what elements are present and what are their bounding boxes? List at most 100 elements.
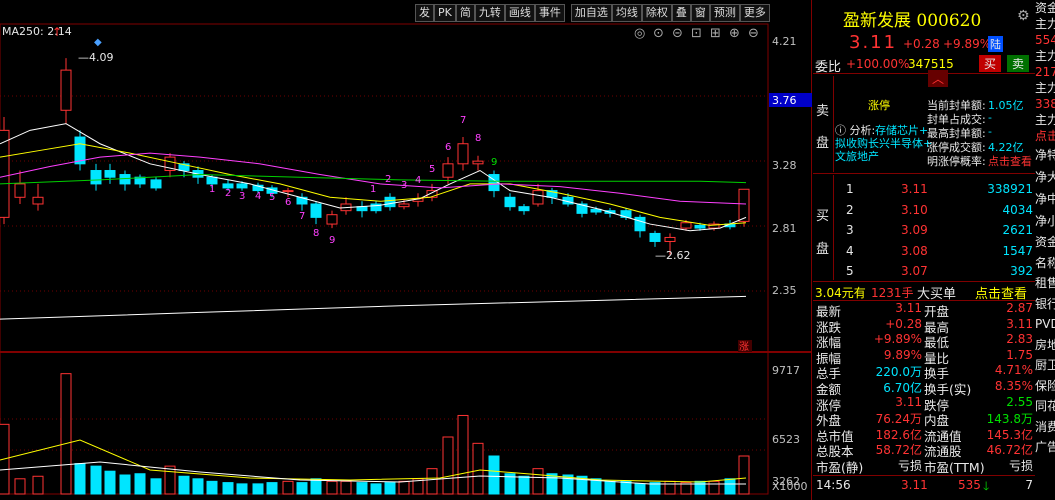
volume-bar: [546, 473, 558, 495]
volume-bar: [192, 478, 204, 495]
far-right-item-17[interactable]: PVD: [1035, 314, 1055, 335]
far-right-item-7[interactable]: 主力: [1035, 112, 1055, 128]
quote-val-r-10: 亏损: [1008, 459, 1033, 473]
far-right-item-18[interactable]: 房地: [1035, 335, 1055, 356]
far-right-item-1[interactable]: 主力: [1035, 16, 1055, 32]
td-count-up-7: 7: [460, 115, 466, 126]
far-right-item-16[interactable]: 银行: [1035, 294, 1055, 315]
far-right-item-11[interactable]: 净中: [1035, 188, 1055, 210]
far-right-item-12[interactable]: 净小: [1035, 210, 1055, 232]
td-count-up-3: 3: [401, 180, 407, 191]
volume-bar: [724, 478, 736, 495]
volume-bar: [310, 478, 322, 495]
quote-val-r-1: 3.11: [1006, 316, 1033, 331]
quote-val-r-0: 2.87: [1006, 301, 1033, 315]
volume-bar: [14, 478, 26, 495]
stock-price: 3.11: [849, 32, 898, 53]
bid-level-5: 5: [846, 264, 854, 278]
volume-bar: [340, 480, 352, 495]
bid-level-3: 3: [846, 223, 854, 237]
price-tick-2: 3.28: [772, 159, 797, 172]
td-count-up-9: 9: [491, 157, 497, 168]
seal-field-val-4: 点击查看: [988, 155, 1032, 168]
buy-side-label-2: 盘: [816, 242, 830, 257]
bid-price-5: 3.07: [901, 264, 928, 278]
far-right-item-5[interactable]: 主力: [1035, 80, 1055, 96]
chart-tool-icon-6[interactable]: ⊖: [748, 26, 759, 41]
td-count-up-1: 1: [370, 184, 376, 195]
price-tick-1: 3.76: [772, 94, 797, 107]
volume-bar: [282, 480, 294, 495]
sep-5: [813, 475, 1035, 476]
far-right-item-14[interactable]: 名称: [1035, 253, 1055, 274]
bid-level-1: 1: [846, 182, 854, 196]
volume-bar: [694, 480, 706, 495]
far-right-item-23[interactable]: 广告: [1035, 437, 1055, 458]
quote-val-r-8: 145.3亿: [986, 427, 1033, 442]
candle-body: [326, 214, 338, 225]
far-right-item-22[interactable]: 消费: [1035, 417, 1055, 438]
quote-val-l-1: +0.28: [885, 316, 922, 331]
chart-tool-icon-0[interactable]: ◎: [634, 26, 645, 41]
ma250-line: [0, 295, 747, 320]
quote-val-l-5: 6.70亿: [883, 381, 922, 395]
far-right-item-19[interactable]: 厨卫: [1035, 355, 1055, 376]
volume-bar: [620, 480, 632, 495]
td-count-down-9: 9: [329, 235, 335, 246]
weibi-vol: 347515: [908, 57, 954, 71]
quote-val-r-7: 143.8万: [986, 412, 1033, 427]
volume-bar: [532, 468, 544, 495]
weibi-value: +100.00%: [846, 57, 910, 71]
td-count-down-1: 1: [209, 184, 215, 195]
seal-field-val-0: 1.05亿: [988, 99, 1024, 112]
sell-side-label-2: 盘: [816, 136, 830, 151]
up-arrow-icon: ↑: [52, 25, 62, 39]
far-right-item-20[interactable]: 保险: [1035, 376, 1055, 397]
volume-bar: [472, 442, 484, 495]
chart-tool-icon-3[interactable]: ⊡: [691, 26, 702, 41]
far-right-item-21[interactable]: 同花: [1035, 396, 1055, 417]
volume-bar: [708, 480, 720, 495]
chart-tool-icon-4[interactable]: ⊞: [710, 26, 721, 41]
stock-title: 盈新发展 000620: [843, 11, 982, 31]
far-right-item-13[interactable]: 资金: [1035, 232, 1055, 253]
limit-badge: 涨: [739, 341, 749, 353]
volume-bar: [150, 478, 162, 495]
far-right-item-10[interactable]: 净大: [1035, 166, 1055, 188]
candle-body: [590, 208, 602, 213]
quote-val-r-9: 46.72亿: [986, 443, 1033, 458]
sell-side-label-1: 卖: [816, 104, 830, 119]
far-right-item-6[interactable]: 338: [1035, 96, 1055, 112]
volume-bar: [738, 455, 750, 495]
volume-bar: [206, 480, 218, 495]
volume-tick-1: 6523: [772, 433, 800, 446]
quote-val-r-3: 1.75: [1006, 347, 1033, 362]
candle-body: [664, 236, 676, 242]
chart-tool-icon-5[interactable]: ⊕: [729, 26, 740, 41]
volume-bar: [384, 482, 396, 495]
far-right-item-9[interactable]: 净特: [1035, 144, 1055, 166]
td-count-down-6: 6: [285, 197, 291, 208]
bid-price-1: 3.11: [901, 182, 928, 196]
bid-vol-3: 2621: [1002, 223, 1033, 237]
quote-val-l-0: 3.11: [895, 301, 922, 315]
buy-side-divider: [833, 175, 834, 280]
far-right-item-0[interactable]: 资金: [1035, 0, 1055, 16]
far-right-item-15[interactable]: 租售: [1035, 273, 1055, 294]
far-right-item-2[interactable]: 554: [1035, 32, 1055, 48]
quote-val-r-5: 8.35%: [994, 379, 1033, 393]
volume-bar: [488, 455, 500, 495]
bid-level-2: 2: [846, 202, 854, 217]
quote-val-l-6: 3.11: [895, 394, 922, 409]
far-right-item-3[interactable]: 主力: [1035, 48, 1055, 64]
chart-tool-icon-1[interactable]: ⊙: [653, 26, 664, 41]
bid-vol-5: 392: [1010, 264, 1033, 278]
volume-bar: [634, 483, 646, 495]
chart-tool-icon-2[interactable]: ⊝: [672, 26, 683, 41]
volume-bar: [104, 470, 116, 495]
far-right-item-8[interactable]: 点击: [1035, 128, 1055, 144]
bid-vol-4: 1547: [1002, 243, 1033, 258]
far-right-item-4[interactable]: 2175: [1035, 64, 1055, 80]
kline-chart[interactable]: MA250: 2.14↑ ◎ ⊙ ⊝ ⊡ ⊞ ⊕ ⊖4.213.763.282.812.359…: [0, 0, 812, 500]
volume-bar: [442, 436, 454, 495]
